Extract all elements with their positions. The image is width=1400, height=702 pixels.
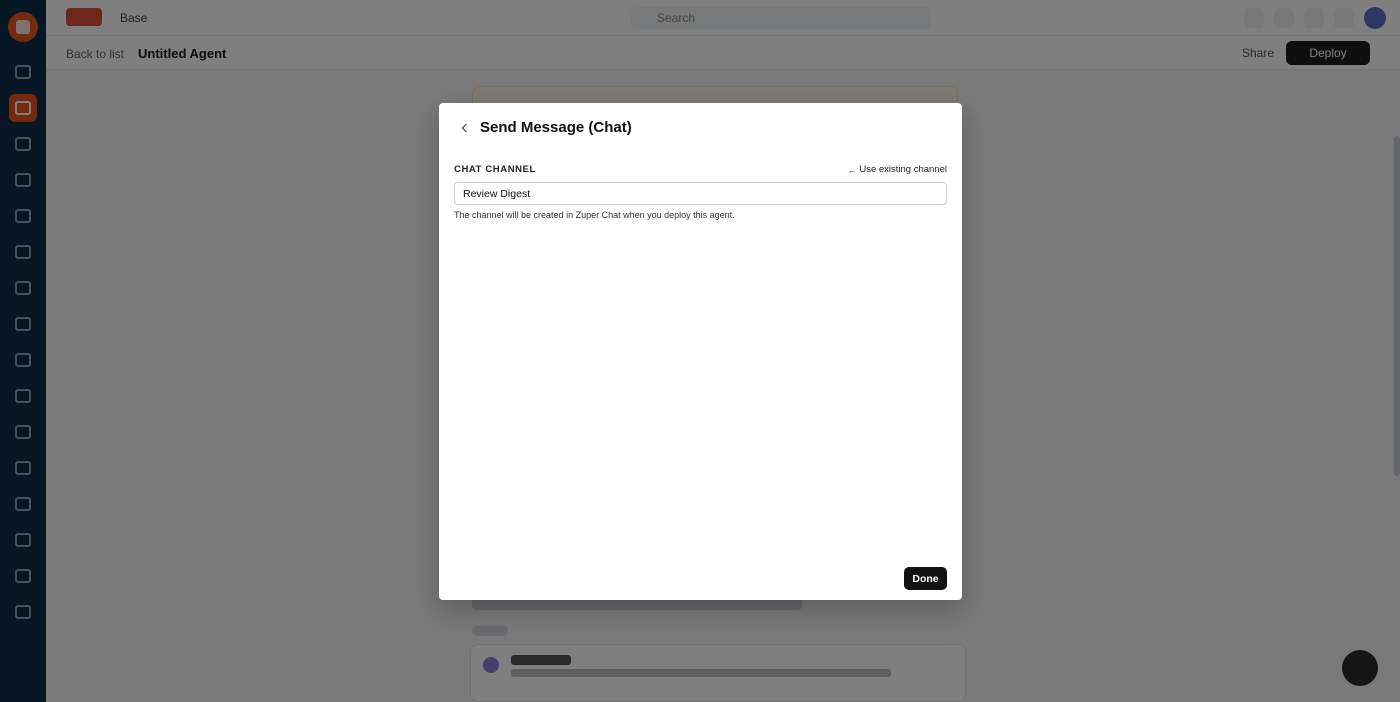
chevron-left-icon (461, 123, 471, 133)
arrow-left-icon: ← (847, 164, 857, 175)
send-message-dialog: Send Message (Chat) CHAT CHANNEL ← Use e… (439, 103, 962, 600)
chat-channel-label: CHAT CHANNEL (454, 164, 536, 175)
channel-helper-text: The channel will be created in Zuper Cha… (454, 210, 735, 220)
channel-name-input[interactable] (454, 182, 947, 205)
done-button[interactable]: Done (904, 567, 947, 590)
dialog-title: Send Message (Chat) (480, 119, 632, 136)
back-button[interactable] (455, 118, 475, 138)
use-existing-channel-label: Use existing channel (859, 164, 947, 175)
use-existing-channel-link[interactable]: ← Use existing channel (847, 164, 947, 175)
